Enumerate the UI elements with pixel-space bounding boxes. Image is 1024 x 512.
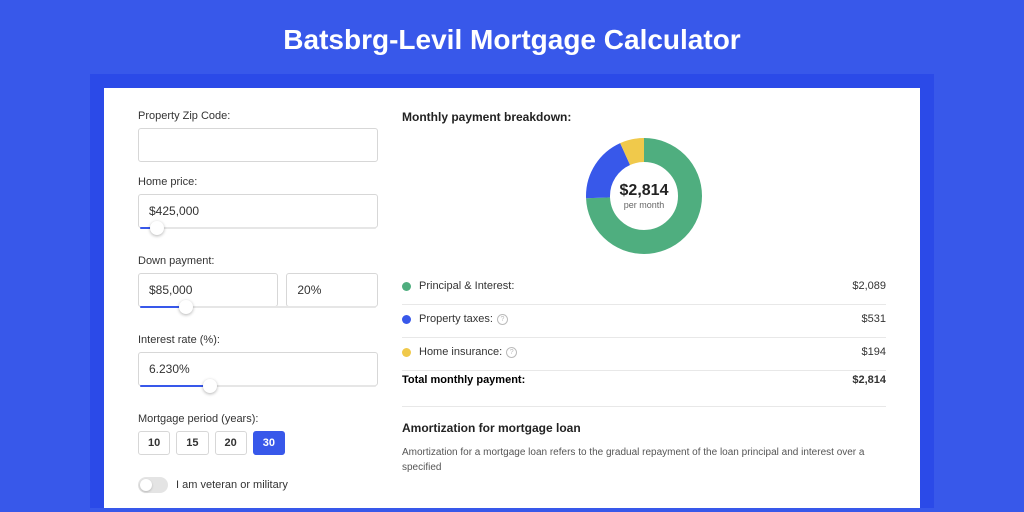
amortization-title: Amortization for mortgage loan [402,421,886,435]
donut-sublabel: per month [624,200,665,210]
donut-amount: $2,814 [620,182,669,200]
period-button-10[interactable]: 10 [138,431,170,455]
total-value: $2,814 [852,374,886,386]
veteran-row: I am veteran or military [138,477,378,493]
legend-row-yellow: Home insurance: ?$194 [402,337,886,364]
legend-value: $531 [862,313,886,325]
down-slider[interactable] [138,306,378,320]
legend-dot-icon [402,348,411,357]
price-slider[interactable] [138,227,378,241]
price-label: Home price: [138,176,378,188]
total-label: Total monthly payment: [402,374,852,386]
veteran-toggle[interactable] [138,477,168,493]
legend-dot-icon [402,282,411,291]
veteran-label: I am veteran or military [176,479,288,491]
period-buttons: 1015 2030 [138,431,378,455]
breakdown-title: Monthly payment breakdown: [402,110,886,124]
calculator-card: Property Zip Code: Home price: Down paym… [104,88,920,508]
down-amount-input[interactable] [138,273,278,307]
amortization-section: Amortization for mortgage loan Amortizat… [402,406,886,475]
zip-label: Property Zip Code: [138,110,378,122]
legend-label: Principal & Interest: [419,280,852,292]
rate-input[interactable] [138,352,378,386]
down-percent-input[interactable] [286,273,378,307]
donut-container: $2,814 per month [402,124,886,274]
info-icon[interactable]: ? [506,347,517,358]
zip-input[interactable] [138,128,378,162]
donut-chart: $2,814 per month [584,136,704,256]
legend-dot-icon [402,315,411,324]
period-button-30[interactable]: 30 [253,431,285,455]
amortization-text: Amortization for a mortgage loan refers … [402,445,886,475]
legend-value: $2,089 [852,280,886,292]
form-panel: Property Zip Code: Home price: Down paym… [138,110,378,508]
rate-slider[interactable] [138,385,378,399]
info-icon[interactable]: ? [497,314,508,325]
period-label: Mortgage period (years): [138,413,378,425]
legend-value: $194 [862,346,886,358]
card-outer: Property Zip Code: Home price: Down paym… [90,74,934,508]
down-label: Down payment: [138,255,378,267]
legend-label: Home insurance: ? [419,346,862,358]
legend-label: Property taxes: ? [419,313,862,325]
legend-row-green: Principal & Interest:$2,089 [402,274,886,298]
results-panel: Monthly payment breakdown: $2,814 per mo… [402,110,886,508]
period-button-15[interactable]: 15 [176,431,208,455]
rate-label: Interest rate (%): [138,334,378,346]
page-title: Batsbrg-Levil Mortgage Calculator [0,0,1024,74]
total-row: Total monthly payment: $2,814 [402,370,886,400]
price-input[interactable] [138,194,378,228]
legend-row-blue: Property taxes: ?$531 [402,304,886,331]
period-button-20[interactable]: 20 [215,431,247,455]
